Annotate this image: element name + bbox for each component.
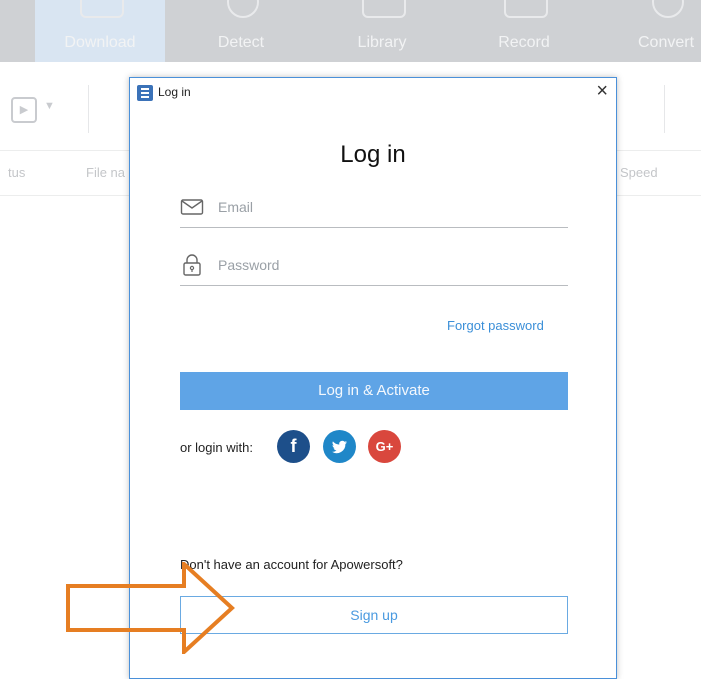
- column-status[interactable]: tus: [8, 165, 25, 180]
- tab-detect[interactable]: Detect: [176, 0, 306, 62]
- toolbar-divider: [88, 85, 89, 133]
- password-field-row: [180, 249, 568, 286]
- dialog-titlebar[interactable]: Log in ×: [130, 78, 616, 108]
- column-file-name[interactable]: File na: [86, 165, 125, 180]
- login-activate-button[interactable]: Log in & Activate: [180, 372, 568, 410]
- library-icon: [362, 0, 406, 18]
- tab-label: Detect: [217, 34, 265, 51]
- tab-convert[interactable]: Convert: [601, 0, 701, 62]
- top-navigation: Download Detect Library Record Convert: [0, 0, 701, 62]
- dialog-title: Log in: [158, 85, 191, 99]
- column-speed[interactable]: Speed: [620, 165, 658, 180]
- mail-icon: [180, 199, 204, 215]
- lock-icon: [183, 254, 201, 276]
- tab-library[interactable]: Library: [317, 0, 447, 62]
- toolbar-divider: [664, 85, 665, 133]
- convert-icon: [652, 0, 684, 18]
- google-plus-icon[interactable]: G+: [368, 430, 401, 463]
- tab-label: Convert: [637, 34, 695, 51]
- app-icon: [137, 85, 153, 101]
- forgot-password-link[interactable]: Forgot password: [447, 318, 544, 333]
- tab-label: Record: [498, 34, 550, 51]
- tab-record[interactable]: Record: [459, 0, 589, 62]
- social-login-label: or login with:: [180, 440, 253, 455]
- tab-label: Library: [357, 34, 407, 51]
- close-button[interactable]: ×: [596, 80, 608, 103]
- chevron-down-icon[interactable]: ▼: [44, 100, 55, 112]
- detect-icon: [227, 0, 259, 18]
- tab-download[interactable]: Download: [35, 0, 165, 62]
- download-icon: [80, 0, 124, 18]
- password-input[interactable]: [216, 251, 560, 279]
- page-title: Log in: [340, 141, 406, 168]
- facebook-icon[interactable]: f: [277, 430, 310, 463]
- email-input[interactable]: [216, 193, 560, 221]
- video-add-icon[interactable]: ▶: [11, 97, 37, 123]
- email-field-row: [180, 191, 568, 228]
- tab-label: Download: [64, 34, 136, 51]
- pointer-arrow-icon: [66, 562, 235, 654]
- sign-up-button[interactable]: Sign up: [180, 596, 568, 634]
- record-icon: [504, 0, 548, 18]
- twitter-icon[interactable]: [323, 430, 356, 463]
